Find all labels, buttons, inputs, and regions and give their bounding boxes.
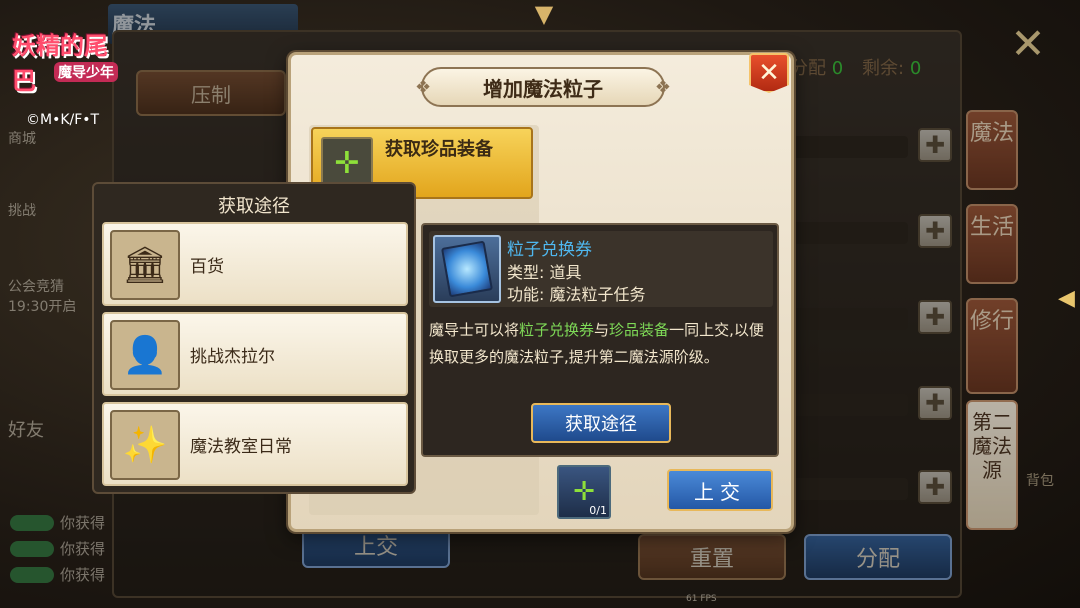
plus-icon[interactable]: ✚ (918, 300, 952, 334)
close-icon: ✕ (758, 58, 780, 88)
rail-item-guild-bet-time: 19:30开启 (8, 299, 77, 315)
stat-bar (790, 478, 908, 500)
stat-bar (790, 222, 908, 244)
magic-hand-icon: ✨ (110, 410, 180, 480)
route-item-magic-class-daily[interactable]: ✨ 魔法教室日常 (102, 402, 408, 486)
highlight-ticket: 粒子兑换券 (519, 321, 595, 339)
tab-training[interactable]: 修行 (966, 298, 1018, 394)
highlight-equipment: 珍品装备 (609, 321, 670, 339)
plus-move-icon: ✛ (573, 477, 595, 507)
acquisition-route-popup: 获取途径 🏛 百货 👤 挑战杰拉尔 ✨ 魔法教室日常 (92, 182, 416, 494)
item-info-panel: 粒子兑换券 类型: 道具 功能: 魔法粒子任务 魔导士可以将粒子兑换券与珍品装备… (421, 223, 779, 457)
chat-tag (10, 514, 54, 531)
press-button[interactable]: 压制 (136, 70, 286, 116)
rail-item-shop[interactable]: 商城 (8, 128, 36, 148)
route-item-label: 挑战杰拉尔 (190, 347, 275, 367)
chat-line: 你获得 (10, 538, 105, 559)
game-logo: 妖精的尾巴 魔导少年 ©M•K/F•T (8, 20, 126, 128)
submit-button[interactable]: 上交 (667, 469, 773, 511)
chat-tag (10, 540, 54, 557)
dialog-title: 增加魔法粒子 (415, 67, 671, 107)
route-item-department-store[interactable]: 🏛 百货 (102, 222, 408, 306)
rail-item-challenge[interactable]: 挑战 (8, 200, 36, 220)
item-function: 功能: 魔法粒子任务 (507, 285, 646, 304)
slot-count: 0/1 (589, 504, 607, 517)
rail-item-guild-bet[interactable]: 公会竞猜 (8, 276, 64, 296)
chevron-left-icon[interactable]: ◀ (1058, 286, 1078, 316)
character-portrait-icon: 👤 (110, 320, 180, 390)
assign-button[interactable]: 分配 (804, 534, 952, 580)
tab-life[interactable]: 生活 (966, 204, 1018, 284)
ticket-icon (433, 235, 501, 303)
item-description: 魔导士可以将粒子兑换券与珍品装备一同上交,以便换取更多的魔法粒子,提升第二魔法源… (429, 321, 764, 366)
tab-second-magic-source[interactable]: 第二魔法源 (966, 400, 1018, 530)
plus-icon[interactable]: ✚ (918, 128, 952, 162)
shop-icon: 🏛 (110, 230, 180, 300)
remaining-label: 剩余: 0 (862, 58, 922, 79)
chat-line: 你获得 (10, 512, 105, 533)
close-button[interactable]: ✕ (749, 53, 789, 93)
item-type: 类型: 道具 (507, 263, 582, 282)
plus-icon[interactable]: ✚ (918, 386, 952, 420)
reset-button[interactable]: 重置 (638, 534, 786, 580)
item-header: 粒子兑换券 类型: 道具 功能: 魔法粒子任务 (429, 231, 773, 307)
equip-label: 获取珍品装备 (385, 139, 493, 160)
tab-magic[interactable]: 魔法 (966, 110, 1018, 190)
backpack-button[interactable]: 背包 (1026, 470, 1054, 490)
plus-icon[interactable]: ✚ (918, 470, 952, 504)
close-icon[interactable]: ✕ (1006, 23, 1050, 68)
chat-tag (10, 566, 54, 583)
route-item-label: 百货 (190, 257, 224, 277)
get-way-button[interactable]: 获取途径 (531, 403, 671, 443)
stat-bar (790, 308, 908, 330)
alloc-label: 分配 0 (790, 58, 844, 79)
logo-subtitle: 魔导少年 (54, 62, 118, 82)
ticket-slot[interactable]: ✛ 0/1 (557, 465, 611, 519)
stat-bar (790, 394, 908, 416)
route-item-label: 魔法教室日常 (190, 437, 292, 457)
rail-item-friends[interactable]: 好友 (8, 416, 44, 442)
chat-line: 你获得 (10, 564, 105, 585)
fps-readout: 61 FPS (686, 594, 717, 604)
logo-title: 妖精的尾巴 (12, 31, 108, 95)
route-item-challenge-jellal[interactable]: 👤 挑战杰拉尔 (102, 312, 408, 396)
route-title: 获取途径 (218, 196, 290, 217)
item-name: 粒子兑换券 (507, 240, 592, 260)
chevron-down-icon[interactable]: ▼ (524, 0, 564, 28)
plus-icon[interactable]: ✚ (918, 214, 952, 248)
stat-bar (790, 136, 908, 158)
